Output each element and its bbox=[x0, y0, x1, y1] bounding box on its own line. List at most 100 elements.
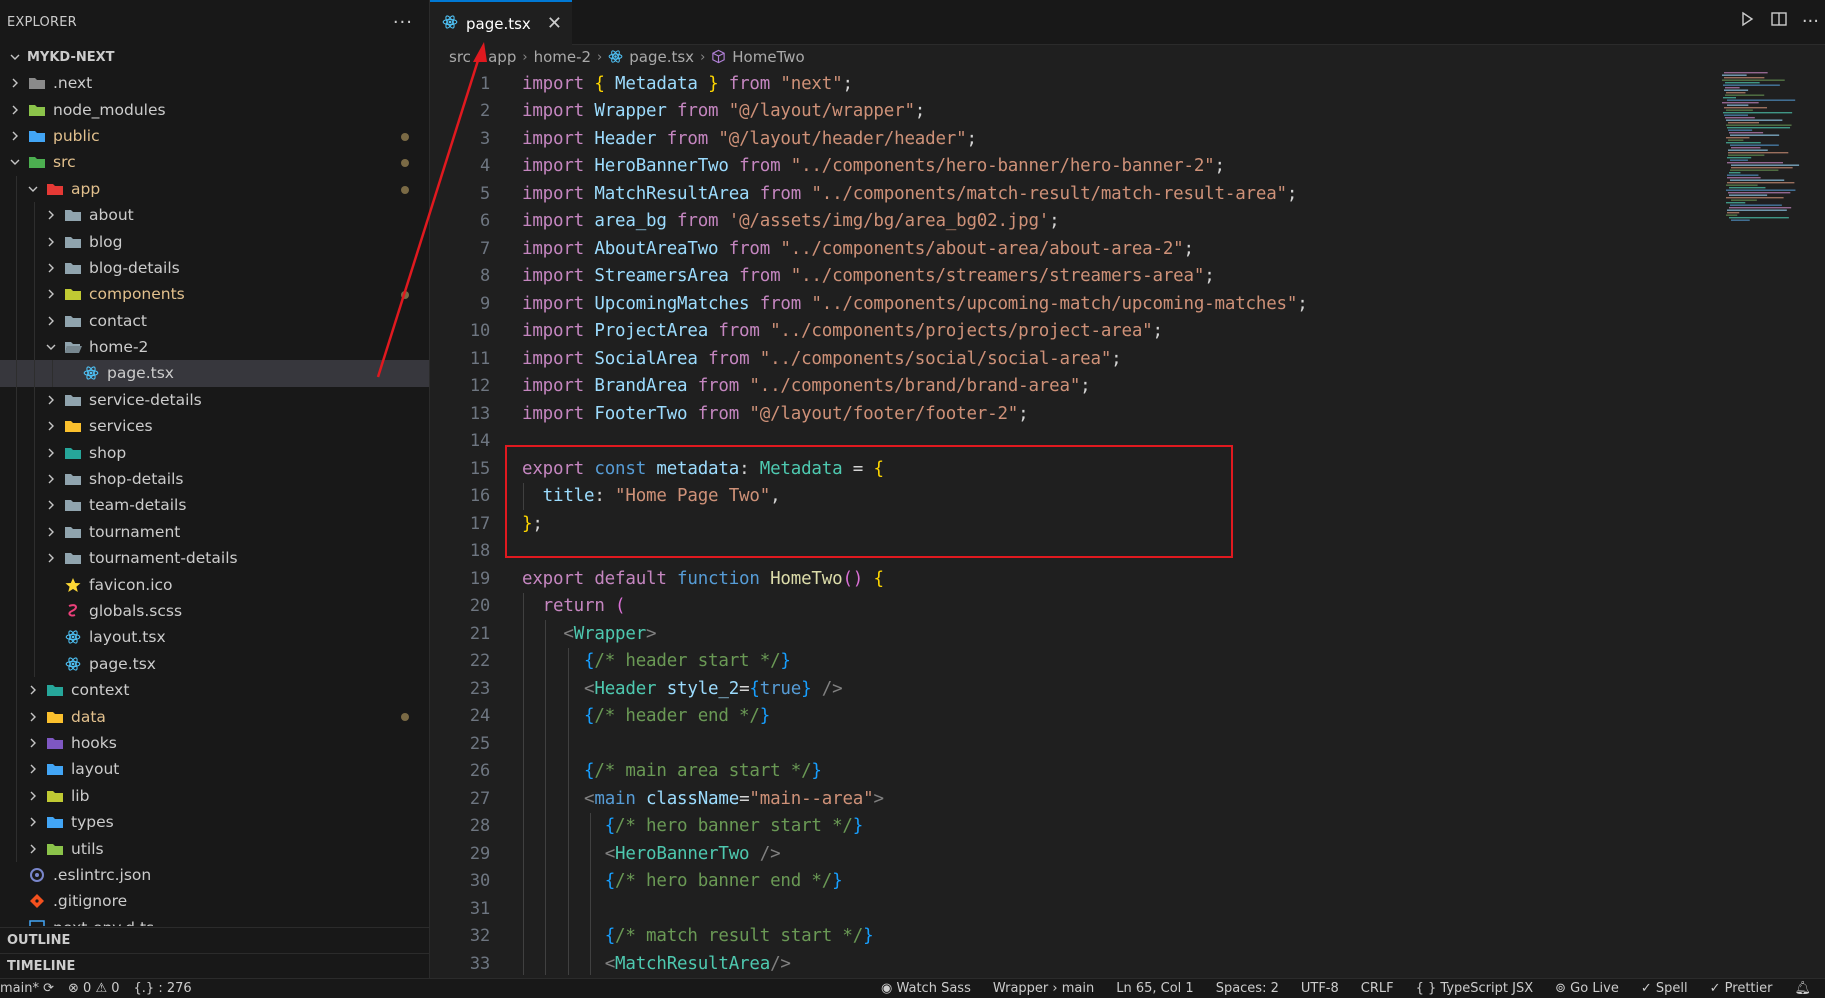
line-number: 13 bbox=[469, 403, 490, 424]
tree-folder-app[interactable]: app bbox=[0, 175, 429, 202]
code-line[interactable]: 5 import MatchResultArea from "../compone… bbox=[430, 180, 1720, 208]
code-line[interactable]: 6 import area_bg from '@/assets/img/bg/ar… bbox=[430, 208, 1720, 236]
tree-folder-home-2[interactable]: home-2 bbox=[0, 333, 429, 361]
symbols-status[interactable]: {.} : 276 bbox=[134, 981, 192, 996]
tree-file--gitignore[interactable]: .gitignore bbox=[0, 888, 429, 914]
breadcrumb-item-home-2[interactable]: home-2 bbox=[534, 48, 591, 66]
code-line[interactable]: 27 <main className="main--area"> bbox=[430, 785, 1720, 813]
tree-folder-team-details[interactable]: team-details bbox=[0, 492, 429, 519]
run-icon[interactable] bbox=[1738, 10, 1756, 32]
code-line[interactable]: 2 import Wrapper from "@/layout/wrapper"; bbox=[430, 98, 1720, 126]
more-actions-icon[interactable]: ··· bbox=[1802, 11, 1819, 32]
tree-file-globals-scss[interactable]: globals.scss bbox=[0, 597, 429, 625]
code-line[interactable]: 13 import FooterTwo from "@/layout/footer… bbox=[430, 400, 1720, 428]
tab-page-tsx[interactable]: page.tsx ✕ bbox=[430, 0, 572, 45]
branch-status[interactable]: main* ⟳ bbox=[0, 981, 54, 996]
encoding-status[interactable]: UTF-8 bbox=[1301, 981, 1339, 996]
code-line[interactable]: 29 <HeroBannerTwo /> bbox=[430, 840, 1720, 868]
timeline-section-header[interactable]: TIMELINE bbox=[0, 953, 429, 979]
tree-folder-layout[interactable]: layout bbox=[0, 756, 429, 783]
tree-file-favicon-ico[interactable]: favicon.ico bbox=[0, 571, 429, 598]
tree-folder-services[interactable]: services bbox=[0, 413, 429, 440]
tree-folder-utils[interactable]: utils bbox=[0, 835, 429, 862]
outline-section-header[interactable]: OUTLINE bbox=[0, 927, 429, 953]
spell-status[interactable]: ✓ Spell bbox=[1641, 981, 1688, 996]
code-line[interactable]: 10 import ProjectArea from "../components… bbox=[430, 318, 1720, 346]
code-line[interactable]: 18 bbox=[430, 538, 1720, 566]
code-line[interactable]: 15 export const metadata: Metadata = { bbox=[430, 455, 1720, 483]
watch-sass-status[interactable]: ◉ Watch Sass bbox=[881, 981, 971, 996]
code-line[interactable]: 20 return ( bbox=[430, 593, 1720, 621]
context-status[interactable]: Wrapper › main bbox=[993, 981, 1094, 996]
breadcrumb-item-hometwo[interactable]: HomeTwo bbox=[732, 48, 804, 66]
code-line[interactable]: 11 import SocialArea from "../components/… bbox=[430, 345, 1720, 373]
minimap[interactable] bbox=[1720, 70, 1812, 230]
tree-folder-context[interactable]: context bbox=[0, 676, 429, 704]
tree-folder-src[interactable]: src bbox=[0, 149, 429, 175]
cursor-position-status[interactable]: Ln 65, Col 1 bbox=[1116, 981, 1193, 996]
code-line[interactable]: 4 import HeroBannerTwo from "../component… bbox=[430, 153, 1720, 181]
tree-folder-service-details[interactable]: service-details bbox=[0, 386, 429, 414]
project-root[interactable]: MYKD-NEXT bbox=[0, 46, 429, 68]
code-line[interactable]: 28 {/* hero banner start */} bbox=[430, 813, 1720, 841]
tree-file--eslintrc-json[interactable]: .eslintrc.json bbox=[0, 862, 429, 888]
tree-folder-shop-details[interactable]: shop-details bbox=[0, 465, 429, 493]
code-line[interactable]: 14 bbox=[430, 428, 1720, 456]
code-line[interactable]: 24 {/* header end */} bbox=[430, 703, 1720, 731]
tree-folder-lib[interactable]: lib bbox=[0, 782, 429, 809]
more-actions-icon[interactable]: ··· bbox=[393, 12, 413, 33]
tree-file-page-tsx[interactable]: page.tsx bbox=[0, 360, 429, 387]
folder-app-icon bbox=[45, 181, 65, 197]
close-icon[interactable]: ✕ bbox=[547, 13, 562, 34]
code-line[interactable]: 32 {/* match result start */} bbox=[430, 923, 1720, 951]
code-line[interactable]: 3 import Header from "@/layout/header/hea… bbox=[430, 125, 1720, 153]
tree-folder-contact[interactable]: contact bbox=[0, 307, 429, 334]
code-line[interactable]: 31 bbox=[430, 895, 1720, 923]
code-editor[interactable]: 1 import { Metadata } from "next"; 2 import… bbox=[430, 70, 1720, 975]
code-line[interactable]: 16 title: "Home Page Two", bbox=[430, 483, 1720, 511]
indentation-status[interactable]: Spaces: 2 bbox=[1216, 981, 1279, 996]
tree-folder-tournament[interactable]: tournament bbox=[0, 518, 429, 546]
breadcrumb-item-page-tsx[interactable]: page.tsx bbox=[629, 48, 694, 66]
tree-folder-shop[interactable]: shop bbox=[0, 439, 429, 466]
breadcrumb-item-app[interactable]: app bbox=[488, 48, 516, 66]
tree-file-layout-tsx[interactable]: layout.tsx bbox=[0, 624, 429, 651]
code-line[interactable]: 12 import BrandArea from "../components/b… bbox=[430, 373, 1720, 401]
tree-file-next-env-d-ts[interactable]: next-env.d.ts bbox=[0, 915, 429, 926]
prettier-status[interactable]: ✓ Prettier bbox=[1710, 981, 1773, 996]
tree-folder-public[interactable]: public bbox=[0, 123, 429, 149]
code-line[interactable]: 8 import StreamersArea from "../component… bbox=[430, 263, 1720, 291]
code-line[interactable]: 33 <MatchResultArea/> bbox=[430, 950, 1720, 975]
eol-status[interactable]: CRLF bbox=[1361, 981, 1394, 996]
code-line[interactable]: 19 export default function HomeTwo() { bbox=[430, 565, 1720, 593]
code-line[interactable]: 23 <Header style_2={true} /> bbox=[430, 675, 1720, 703]
code-line[interactable]: 21 <Wrapper> bbox=[430, 620, 1720, 648]
code-line[interactable]: 9 import UpcomingMatches from "../compone… bbox=[430, 290, 1720, 318]
split-editor-icon[interactable] bbox=[1770, 10, 1788, 32]
tree-folder-hooks[interactable]: hooks bbox=[0, 729, 429, 757]
problems-status[interactable]: ⊗ 0 ⚠ 0 bbox=[68, 981, 120, 996]
code-line[interactable]: 1 import { Metadata } from "next"; bbox=[430, 70, 1720, 98]
code-line[interactable]: 30 {/* hero banner end */} bbox=[430, 868, 1720, 896]
tree-folder-blog[interactable]: blog bbox=[0, 228, 429, 255]
tree-folder-components[interactable]: components bbox=[0, 281, 429, 308]
vertical-scrollbar[interactable] bbox=[1812, 70, 1825, 975]
notifications-icon[interactable]: 🔔︎ bbox=[1794, 981, 1811, 996]
tree-folder-types[interactable]: types bbox=[0, 808, 429, 836]
line-number: 10 bbox=[469, 321, 490, 342]
code-line[interactable]: 17}; bbox=[430, 510, 1720, 538]
tree-folder-blog-details[interactable]: blog-details bbox=[0, 254, 429, 282]
code-line[interactable]: 7 import AboutAreaTwo from "../components… bbox=[430, 235, 1720, 263]
tree-folder--next[interactable]: .next bbox=[0, 70, 429, 96]
tree-folder-node-modules[interactable]: node_modules bbox=[0, 96, 429, 122]
code-line[interactable]: 22 {/* header start */} bbox=[430, 648, 1720, 676]
breadcrumb-item-src[interactable]: src bbox=[449, 48, 471, 66]
code-line[interactable]: 25 bbox=[430, 730, 1720, 758]
tree-file-page-tsx[interactable]: page.tsx bbox=[0, 650, 429, 677]
tree-folder-about[interactable]: about bbox=[0, 201, 429, 229]
tree-folder-data[interactable]: data bbox=[0, 703, 429, 730]
tree-folder-tournament-details[interactable]: tournament-details bbox=[0, 545, 429, 572]
go-live-status[interactable]: ⊚ Go Live bbox=[1555, 981, 1619, 996]
code-line[interactable]: 26 {/* main area start */} bbox=[430, 758, 1720, 786]
language-mode-status[interactable]: { } TypeScript JSX bbox=[1416, 981, 1534, 996]
